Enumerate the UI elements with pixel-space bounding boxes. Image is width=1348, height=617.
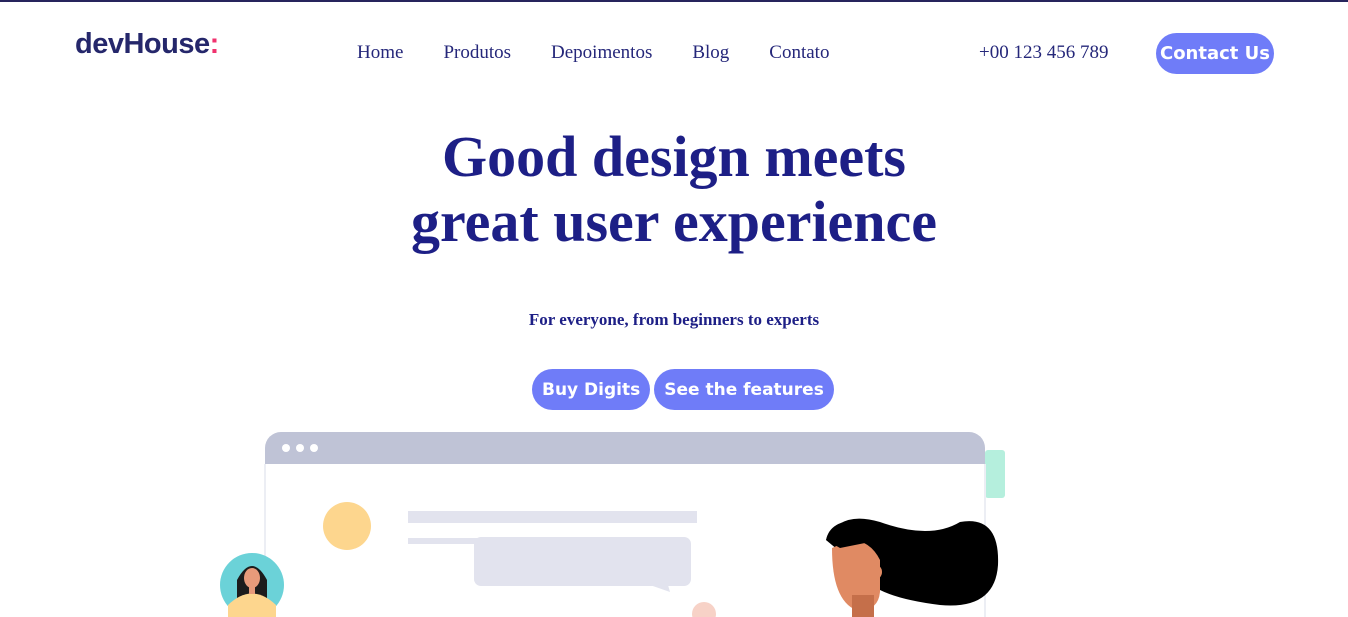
window-dot-icon [282,444,290,452]
window-dot-icon [296,444,304,452]
logo[interactable]: devHouse: [75,28,219,61]
woman-with-hair-illustration [826,518,999,617]
hero-subtitle: For everyone, from beginners to experts [528,310,820,329]
hero-illustration [220,432,1005,617]
nav-blog[interactable]: Blog [692,42,729,64]
window-dot-icon [310,444,318,452]
logo-colon: : [209,28,220,60]
nav-produtos[interactable]: Produtos [443,42,511,64]
yellow-circle-shape [323,502,371,550]
phone-number[interactable]: +00 123 456 789 [979,42,1108,64]
top-border [0,0,1348,2]
nav-contato[interactable]: Contato [769,42,829,64]
chat-bubble-shape [474,537,691,586]
hero-title: Good design meets great user experience [0,124,1348,254]
main-nav: Home Produtos Depoimentos Blog Contato [357,42,869,64]
hero-title-line1: Good design meets [442,124,906,189]
buy-digits-button[interactable]: Buy Digits [532,369,651,410]
contact-us-button[interactable]: Contact Us [1156,33,1274,74]
woman-avatar-illustration [220,553,284,617]
logo-text: devHouse [75,28,210,60]
browser-window-illustration [264,432,986,617]
mint-tab-shape [985,450,1005,498]
nav-depoimentos[interactable]: Depoimentos [551,42,652,64]
nav-home[interactable]: Home [357,42,403,64]
cta-buttons: Buy Digits See the features [532,369,834,410]
hero-title-line2: great user experience [410,189,938,254]
see-features-button[interactable]: See the features [654,369,834,410]
